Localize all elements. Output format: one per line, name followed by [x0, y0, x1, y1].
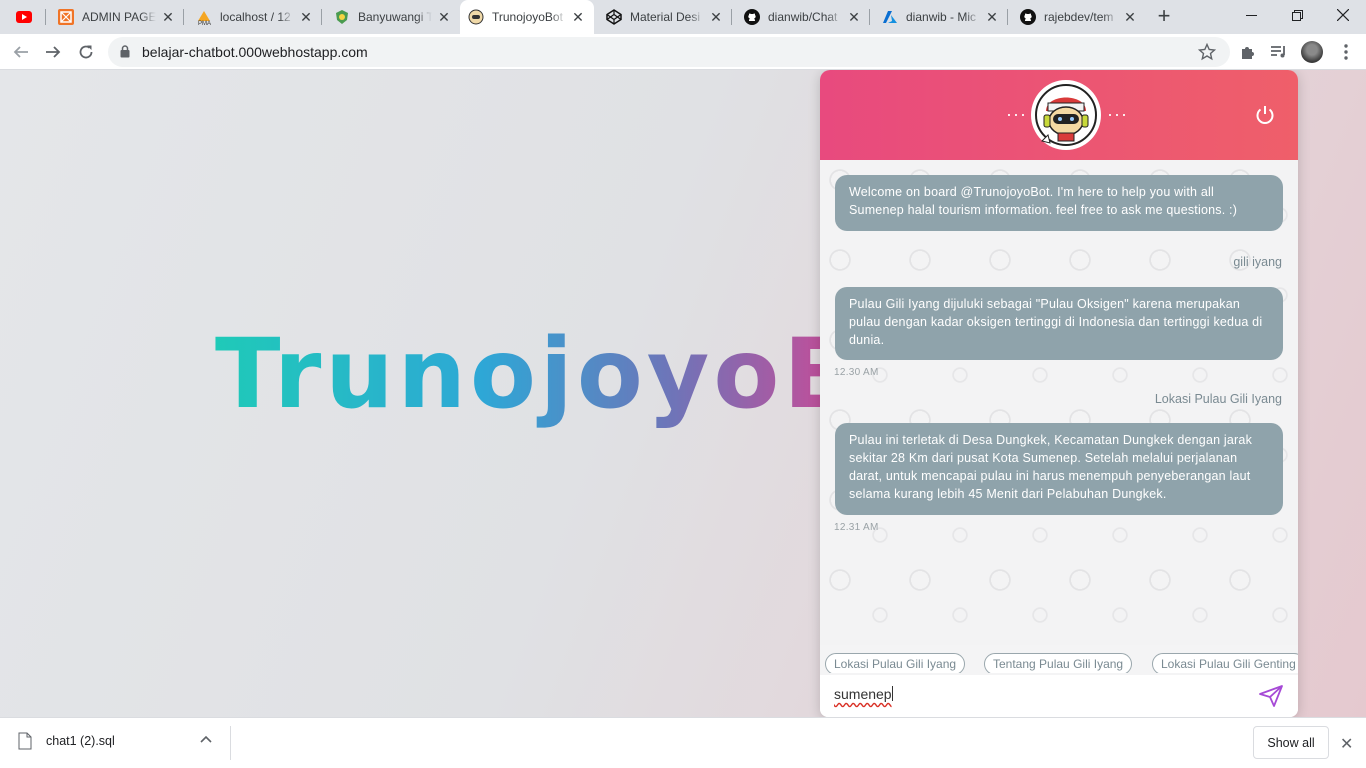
star-icon[interactable] — [1198, 43, 1216, 61]
close-download-bar-icon[interactable]: ✕ — [1340, 734, 1353, 754]
tab-localhost[interactable]: PMA localhost / 12 ✕ — [188, 0, 322, 34]
message-time: 12.30 AM — [834, 367, 879, 378]
tab-label: dianwib - Mic — [906, 10, 977, 24]
svg-text:PMA: PMA — [198, 21, 211, 25]
menu-button[interactable] — [1333, 39, 1359, 65]
banyuwangi-icon — [334, 9, 350, 25]
reload-icon — [79, 45, 93, 59]
tab-label: localhost / 12 — [220, 10, 291, 24]
divider — [230, 726, 231, 760]
github-icon — [744, 9, 760, 25]
chevron-up-icon[interactable] — [200, 735, 212, 743]
close-tab-icon[interactable]: ✕ — [708, 9, 724, 25]
reload-button[interactable] — [73, 39, 99, 65]
puzzle-icon — [1242, 47, 1254, 59]
close-tab-icon[interactable]: ✕ — [160, 9, 176, 25]
chat-messages[interactable]: Welcome on board @TrunojoyoBot. I'm here… — [820, 160, 1298, 645]
address-bar[interactable]: belajar-chatbot.000webhostapp.com — [108, 37, 1230, 67]
status-dots-left: ··· — [1006, 104, 1027, 124]
tab-label: Banyuwangi T — [358, 10, 432, 24]
chat-widget: ··· ··· Welcome on board @TrunojoyoBot. … — [820, 70, 1298, 717]
close-tab-icon[interactable]: ✕ — [846, 9, 862, 25]
tab-label: Material Desi — [630, 10, 701, 24]
minimize-button[interactable] — [1228, 0, 1274, 30]
close-tab-icon[interactable]: ✕ — [984, 9, 1000, 25]
tab-label: rajebdev/tem — [1044, 10, 1114, 24]
tab-label: ADMIN PAGE — [82, 10, 156, 24]
more-vert-icon — [1344, 44, 1348, 60]
media-control-button[interactable] — [1266, 39, 1292, 65]
user-message: Lokasi Pulau Gili Iyang — [1154, 392, 1282, 406]
bot-avatar — [1031, 80, 1101, 150]
tab-dianwib-microsoft[interactable]: dianwib - Mic ✕ — [874, 0, 1008, 34]
suggestion-chips: Lokasi Pulau Gili Iyang Tentang Pulau Gi… — [820, 653, 1298, 673]
arrow-right-icon — [46, 46, 61, 58]
forward-button[interactable] — [40, 39, 66, 65]
tab-admin-page[interactable]: ADMIN PAGE ✕ — [50, 0, 184, 34]
admin-icon — [58, 9, 74, 25]
close-window-button[interactable] — [1320, 0, 1366, 30]
suggestion-chip[interactable]: Lokasi Pulau Gili Iyang — [825, 653, 966, 673]
tab-label: dianwib/Chat — [768, 10, 838, 24]
chat-input[interactable]: sumenep — [834, 686, 893, 702]
power-icon[interactable] — [1254, 104, 1276, 126]
status-dots-right: ··· — [1107, 104, 1128, 124]
youtube-icon — [16, 9, 32, 25]
message-time: 12.31 AM — [834, 522, 879, 533]
playlist-icon — [1271, 46, 1285, 58]
tab-strip: ADMIN PAGE ✕ PMA localhost / 12 ✕ Banyuw… — [0, 0, 1366, 34]
codepen-icon — [606, 9, 622, 25]
chat-header: ··· ··· — [820, 70, 1298, 160]
profile-avatar[interactable] — [1301, 41, 1323, 63]
tab-rajebdev[interactable]: rajebdev/tem ✕ — [1012, 0, 1146, 34]
url-text: belajar-chatbot.000webhostapp.com — [142, 44, 368, 60]
download-item[interactable]: chat1 (2).sql — [18, 732, 115, 750]
send-icon[interactable] — [1258, 684, 1284, 708]
browser-toolbar: belajar-chatbot.000webhostapp.com — [0, 34, 1366, 70]
bot-mascot-icon — [1035, 84, 1097, 146]
tab-dianwib-chat[interactable]: dianwib/Chat ✕ — [736, 0, 870, 34]
tab-label: TrunojoyoBot — [492, 10, 563, 24]
arrow-left-icon — [13, 46, 28, 58]
close-tab-icon[interactable]: ✕ — [1122, 9, 1138, 25]
tab-material-design[interactable]: Material Desi ✕ — [598, 0, 732, 34]
tab-trunojoyobot[interactable]: TrunojoyoBot ✕ — [460, 0, 594, 34]
bot-icon — [468, 9, 484, 25]
suggestion-chip[interactable]: Tentang Pulau Gili Iyang — [984, 653, 1133, 673]
tab-banyuwangi[interactable]: Banyuwangi T ✕ — [326, 0, 460, 34]
extensions-button[interactable] — [1235, 39, 1261, 65]
chat-input-area: sumenep — [820, 675, 1298, 717]
tab-youtube[interactable] — [8, 0, 46, 34]
download-filename: chat1 (2).sql — [46, 734, 115, 748]
user-message: gili iyang — [1233, 255, 1282, 269]
close-tab-icon[interactable]: ✕ — [298, 9, 314, 25]
github-icon — [1020, 9, 1036, 25]
page-content: TrunojoyoBot ··· ··· Welcome on board @T… — [0, 70, 1366, 717]
bot-message: Welcome on board @TrunojoyoBot. I'm here… — [835, 175, 1283, 231]
show-all-button[interactable]: Show all — [1253, 726, 1329, 759]
file-icon — [18, 732, 32, 750]
new-tab-button[interactable]: + — [1152, 5, 1176, 29]
suggestion-chip[interactable]: Lokasi Pulau Gili Genting — [1152, 653, 1298, 673]
restore-button[interactable] — [1274, 0, 1320, 30]
lock-icon — [120, 45, 130, 58]
back-button[interactable] — [8, 39, 34, 65]
bot-message: Pulau ini terletak di Desa Dungkek, Keca… — [835, 423, 1283, 515]
bot-message: Pulau Gili Iyang dijuluki sebagai "Pulau… — [835, 287, 1283, 360]
close-tab-icon[interactable]: ✕ — [570, 9, 586, 25]
chat-input-value: sumenep — [834, 686, 892, 702]
phpmyadmin-icon: PMA — [196, 9, 212, 25]
close-tab-icon[interactable]: ✕ — [436, 9, 452, 25]
azure-icon — [882, 9, 898, 25]
download-bar: chat1 (2).sql Show all ✕ — [0, 717, 1366, 768]
